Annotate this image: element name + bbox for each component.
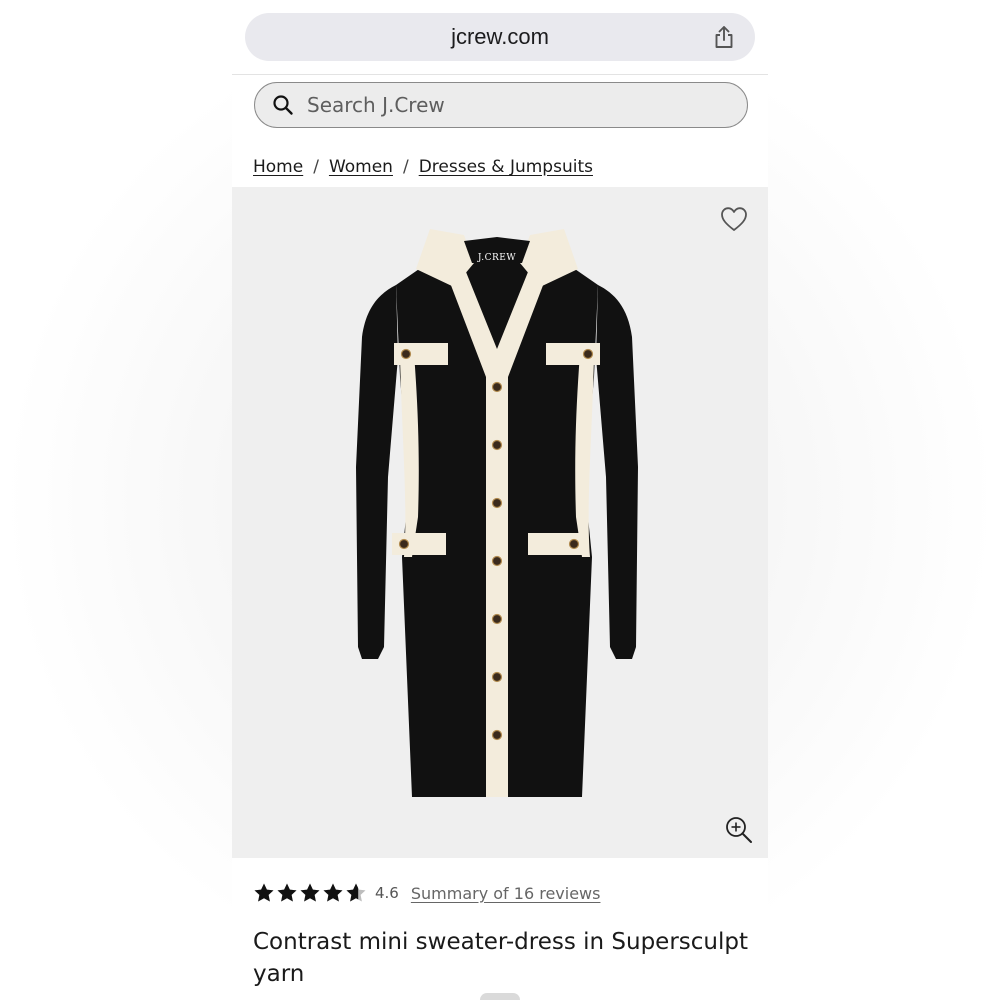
breadcrumb-women[interactable]: Women [329, 157, 393, 177]
button [582, 348, 594, 360]
rating-value: 4.6 [375, 884, 399, 902]
button [491, 381, 503, 393]
star-icon [277, 883, 297, 902]
left-side-panel [400, 353, 419, 557]
right-side-panel [575, 353, 594, 557]
heart-icon[interactable] [720, 206, 748, 232]
breadcrumb: Home / Women / Dresses & Jumpsuits [253, 157, 593, 177]
product-image-dress[interactable]: J.CREW [352, 227, 642, 813]
breadcrumb-home[interactable]: Home [253, 157, 303, 177]
product-rating: 4.6 Summary of 16 reviews [253, 878, 600, 908]
button [491, 439, 503, 451]
button [491, 729, 503, 741]
header-divider [232, 74, 768, 75]
page-scroll-indicator [480, 993, 520, 1000]
breadcrumb-dresses-jumpsuits[interactable]: Dresses & Jumpsuits [419, 157, 593, 177]
button [400, 348, 412, 360]
star-icon [346, 883, 366, 902]
right-sleeve [596, 285, 638, 659]
phone-screen: jcrew.com Home / Women / Dresses & Jumpsuits [232, 0, 768, 1000]
button [491, 671, 503, 683]
reviews-summary-link[interactable]: Summary of 16 reviews [411, 884, 601, 903]
share-icon[interactable] [711, 24, 737, 50]
address-bar-url[interactable]: jcrew.com [245, 13, 755, 61]
brand-label-text: J.CREW [477, 253, 517, 263]
rating-stars [253, 882, 367, 904]
search-bar[interactable] [254, 82, 748, 128]
button [398, 538, 410, 550]
product-image-area[interactable]: J.CREW [232, 187, 768, 858]
button [491, 555, 503, 567]
left-sleeve [356, 285, 398, 659]
product-title: Contrast mini sweater-dress in Superscul… [253, 929, 749, 987]
breadcrumb-separator: / [313, 157, 319, 177]
button [491, 613, 503, 625]
star-icon [254, 883, 274, 902]
search-icon[interactable] [272, 94, 294, 116]
button [491, 497, 503, 509]
breadcrumb-separator: / [402, 157, 409, 177]
star-icon [300, 883, 320, 902]
search-input[interactable] [307, 83, 727, 126]
button [568, 538, 580, 550]
star-icon [323, 883, 343, 902]
address-bar[interactable]: jcrew.com [245, 13, 755, 61]
zoom-in-icon[interactable] [724, 815, 754, 845]
